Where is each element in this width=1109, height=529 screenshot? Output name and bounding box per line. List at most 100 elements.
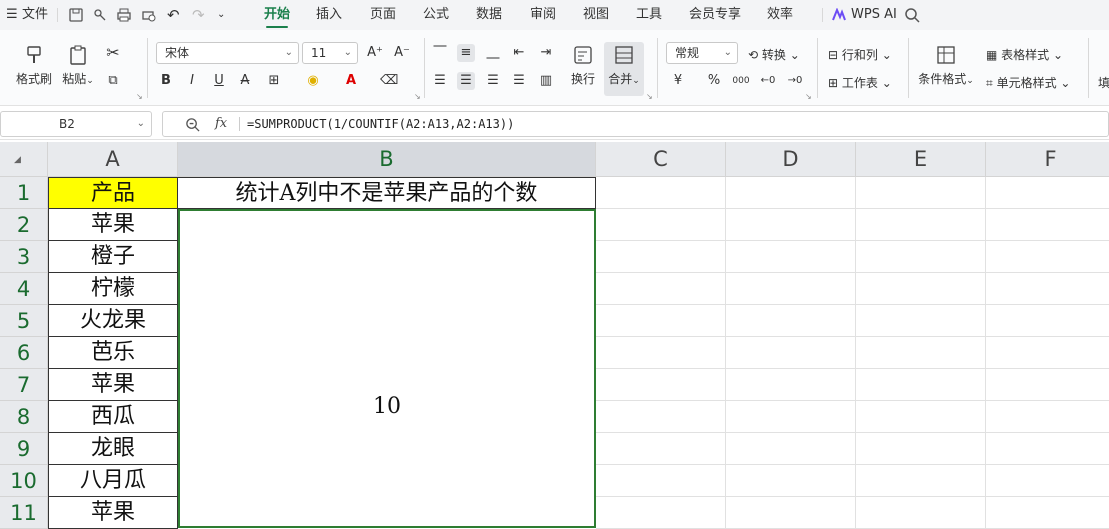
empty-cell[interactable]	[856, 497, 986, 529]
empty-cell[interactable]	[726, 401, 856, 433]
cell-a5[interactable]: 火龙果	[48, 305, 178, 337]
cell-b1[interactable]: 统计A列中不是苹果产品的个数	[178, 177, 596, 209]
increase-decimal-icon[interactable]: ←0	[759, 72, 777, 90]
font-color-icon[interactable]: A	[342, 72, 360, 90]
empty-cell[interactable]	[856, 369, 986, 401]
empty-cell[interactable]	[986, 497, 1109, 529]
tab-insert[interactable]: 插入	[316, 0, 342, 30]
empty-cell[interactable]	[856, 465, 986, 497]
empty-cell[interactable]	[596, 241, 726, 273]
empty-cell[interactable]	[856, 241, 986, 273]
cell-a3[interactable]: 橙子	[48, 241, 178, 273]
row-col-button[interactable]: ⊟ 行和列 ⌄	[828, 46, 892, 63]
undo-icon[interactable]: ↶	[167, 0, 180, 30]
font-launcher[interactable]: ↘	[414, 92, 421, 101]
paste-button[interactable]: 粘贴⌄	[60, 44, 96, 87]
decrease-font-icon[interactable]: A⁻	[393, 44, 411, 62]
wps-ai-button[interactable]: WPS AI	[851, 0, 897, 30]
search-icon[interactable]	[904, 7, 920, 23]
row-header-9[interactable]: 9	[0, 433, 48, 465]
hamburger-icon[interactable]: ☰	[6, 0, 18, 30]
cell-a8[interactable]: 西瓜	[48, 401, 178, 433]
empty-cell[interactable]	[726, 209, 856, 241]
cell-a11[interactable]: 苹果	[48, 497, 178, 529]
row-header-1[interactable]: 1	[0, 177, 48, 209]
row-header-6[interactable]: 6	[0, 337, 48, 369]
align-top-icon[interactable]: ⎺	[431, 44, 449, 62]
align-bottom-icon[interactable]: ⎽	[484, 44, 502, 62]
cell-a10[interactable]: 八月瓜	[48, 465, 178, 497]
tab-efficiency[interactable]: 效率	[767, 0, 793, 30]
align-left-icon[interactable]: ☰	[431, 72, 449, 90]
empty-cell[interactable]	[726, 241, 856, 273]
font-name-select[interactable]: 宋体 ⌄	[156, 42, 299, 64]
empty-cell[interactable]	[726, 433, 856, 465]
file-menu[interactable]: 文件	[22, 0, 48, 30]
chevron-down-icon[interactable]: ⌄	[217, 0, 225, 30]
row-header-5[interactable]: 5	[0, 305, 48, 337]
cell-a9[interactable]: 龙眼	[48, 433, 178, 465]
row-header-3[interactable]: 3	[0, 241, 48, 273]
align-center-icon[interactable]: ☰	[457, 72, 475, 90]
indent-increase-icon[interactable]: ⇥	[537, 44, 555, 62]
strikethrough-icon[interactable]: A	[236, 72, 254, 90]
row-header-2[interactable]: 2	[0, 209, 48, 241]
empty-cell[interactable]	[596, 177, 726, 209]
cell-a1[interactable]: 产品	[48, 177, 178, 209]
empty-cell[interactable]	[726, 369, 856, 401]
row-header-4[interactable]: 4	[0, 273, 48, 305]
column-header-b[interactable]: B	[178, 142, 596, 177]
empty-cell[interactable]	[986, 273, 1109, 305]
row-header-8[interactable]: 8	[0, 401, 48, 433]
empty-cell[interactable]	[986, 433, 1109, 465]
tab-review[interactable]: 审阅	[530, 0, 556, 30]
empty-cell[interactable]	[856, 401, 986, 433]
empty-cell[interactable]	[726, 273, 856, 305]
indent-decrease-icon[interactable]: ⇤	[510, 44, 528, 62]
table-style-button[interactable]: ▦ 表格样式 ⌄	[986, 46, 1063, 63]
cell-style-button[interactable]: ⌗ 单元格样式 ⌄	[986, 74, 1070, 91]
justify-icon[interactable]: ☰	[510, 72, 528, 90]
tab-view[interactable]: 视图	[583, 0, 609, 30]
number-launcher[interactable]: ↘	[805, 92, 812, 101]
fill-color-icon[interactable]: ◉	[304, 72, 322, 90]
cell-a7[interactable]: 苹果	[48, 369, 178, 401]
tab-tools[interactable]: 工具	[636, 0, 662, 30]
empty-cell[interactable]	[856, 177, 986, 209]
increase-font-icon[interactable]: A⁺	[366, 44, 384, 62]
tab-member[interactable]: 会员专享	[689, 0, 741, 30]
conditional-format-button[interactable]: 条件格式⌄	[916, 44, 976, 87]
column-header-f[interactable]: F	[986, 142, 1109, 177]
empty-cell[interactable]	[856, 337, 986, 369]
cell-a6[interactable]: 芭乐	[48, 337, 178, 369]
number-format-select[interactable]: 常规 ⌄	[666, 42, 738, 64]
save-icon[interactable]	[68, 7, 84, 23]
clipboard-launcher[interactable]: ↘	[136, 92, 143, 101]
print-icon[interactable]	[116, 7, 132, 23]
empty-cell[interactable]	[596, 433, 726, 465]
empty-cell[interactable]	[596, 305, 726, 337]
row-header-7[interactable]: 7	[0, 369, 48, 401]
empty-cell[interactable]	[986, 337, 1109, 369]
column-header-d[interactable]: D	[726, 142, 856, 177]
cell-a4[interactable]: 柠檬	[48, 273, 178, 305]
copy-icon[interactable]: ⧉	[104, 72, 122, 90]
currency-button[interactable]: ¥	[669, 72, 687, 90]
empty-cell[interactable]	[986, 177, 1109, 209]
format-painter-button[interactable]: 格式刷	[14, 44, 54, 87]
empty-cell[interactable]	[986, 401, 1109, 433]
empty-cell[interactable]	[596, 209, 726, 241]
empty-cell[interactable]	[856, 433, 986, 465]
column-header-c[interactable]: C	[596, 142, 726, 177]
cell-b2-merged[interactable]: 10	[178, 209, 596, 528]
cut-icon[interactable]: ✂	[104, 44, 122, 62]
decrease-decimal-icon[interactable]: →0	[786, 72, 804, 90]
align-right-icon[interactable]: ☰	[484, 72, 502, 90]
empty-cell[interactable]	[986, 369, 1109, 401]
column-header-e[interactable]: E	[856, 142, 986, 177]
empty-cell[interactable]	[596, 465, 726, 497]
empty-cell[interactable]	[856, 209, 986, 241]
empty-cell[interactable]	[726, 177, 856, 209]
worksheet-button[interactable]: ⊞ 工作表 ⌄	[828, 74, 892, 91]
wrap-text-button[interactable]: 换行	[566, 44, 600, 87]
